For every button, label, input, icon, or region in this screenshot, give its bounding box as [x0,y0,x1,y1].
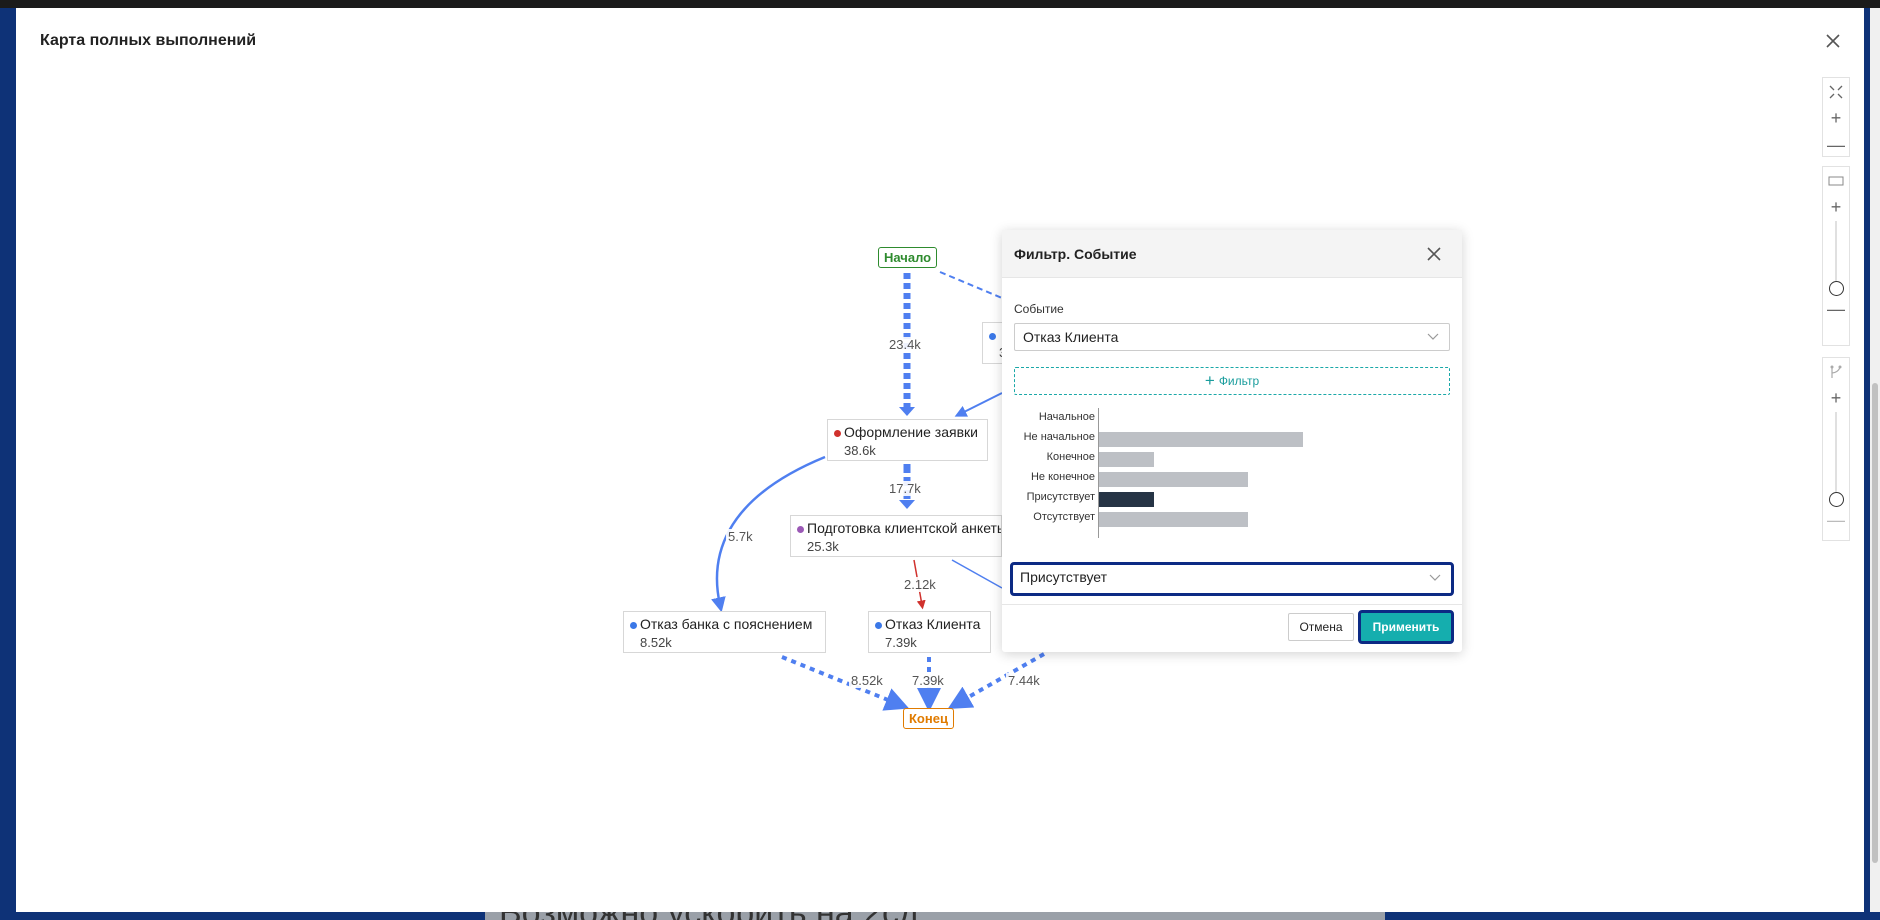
bar[interactable] [1099,432,1303,447]
node-count: 7.39k [885,635,917,650]
end-node[interactable]: Конец [903,708,954,729]
bar-label: Присутствует [1026,491,1095,503]
event-select[interactable]: Отказ Клиента [1014,323,1450,351]
node-count: 8.52k [640,635,672,650]
bar[interactable] [1099,512,1248,527]
slider-track[interactable] [1835,412,1837,492]
node-oformlenie[interactable]: Оформление заявки 38.6k [827,419,988,461]
node-otkaz-klient[interactable]: Отказ Клиента 7.39k [868,611,991,653]
node-dot [834,430,841,437]
node-dot [989,333,996,340]
zoom-out-button[interactable]: — [1823,132,1849,159]
filter-dialog: Фильтр. Событие Событие Отказ Клиента + … [1002,230,1462,652]
node-detail-minus-button[interactable]: — [1823,296,1849,323]
bar-row[interactable]: Не конечное [1002,468,1462,488]
node-otkaz-bank[interactable]: Отказ банка с пояснением 8.52k [623,611,826,653]
bar-label: Начальное [1038,411,1095,423]
dialog-title: Фильтр. Событие [1014,246,1137,262]
node-label: Отказ Клиента [885,616,981,632]
slider-knob[interactable] [1828,281,1844,296]
plus-icon: + [1830,108,1842,128]
page-scrollbar[interactable] [1870,8,1880,912]
node-dot [630,622,637,629]
view-controls: + — [1822,77,1850,157]
node-detail-plus-button[interactable]: + [1823,194,1849,221]
bar-label: Конечное [1046,451,1095,463]
bar[interactable] [1099,492,1155,507]
condition-select[interactable]: Присутствует [1010,562,1454,596]
fit-icon [1829,85,1843,98]
bar[interactable] [1099,452,1155,467]
apply-button[interactable]: Применить [1358,610,1454,644]
add-filter-label: Фильтр [1218,374,1260,388]
dialog-footer: Отмена Применить [1002,604,1462,652]
node-label: Оформление заявки [844,424,978,440]
start-node[interactable]: Начало [878,247,938,268]
node-label: Подготовка клиентской анкеты [807,520,1002,536]
node-dot [875,622,882,629]
cancel-button[interactable]: Отмена [1288,613,1354,641]
bar-row[interactable]: Конечное [1002,448,1462,468]
edge-detail-slider: + — [1822,357,1850,541]
edge-detail-icon [1823,358,1849,385]
slider-track[interactable] [1835,221,1837,281]
fit-view-button[interactable] [1823,78,1849,105]
event-label: Событие [1014,302,1064,316]
node-dot [797,526,804,533]
node-count: 38.6k [844,443,876,458]
modal-title: Карта полных выполнений [40,32,257,49]
plus-icon: + [1204,371,1215,390]
node-label: Отказ банка с пояснением [640,616,813,632]
dialog-header: Фильтр. Событие [1002,230,1462,278]
close-icon[interactable] [1822,30,1844,52]
bar-row[interactable]: Не начальное [1002,428,1462,448]
zoom-in-button[interactable]: + [1823,105,1849,132]
condition-bar-chart: Начальное Не начальное Конечное Не конечное… [1002,408,1462,540]
close-icon[interactable] [1424,244,1444,264]
add-filter-button[interactable]: + Фильтр [1014,367,1450,395]
scrollbar-thumb[interactable] [1872,383,1878,863]
bar-label: Не начальное [1023,431,1095,443]
chevron-down-icon [1429,574,1441,581]
minus-icon: — [1827,135,1845,155]
bar[interactable] [1099,472,1248,487]
chevron-down-icon [1427,333,1439,340]
node-count: 25.3k [807,539,839,554]
top-bar [0,0,1880,8]
node-podgotovka[interactable]: Подготовка клиентской анкеты 25.3k [790,515,1002,557]
event-select-value: Отказ Клиента [1023,329,1119,345]
bar-label: Отсутствует [1033,511,1095,523]
bar-row[interactable]: Начальное [1002,408,1462,428]
edge-detail-plus-button[interactable]: + [1823,385,1849,412]
slider-knob[interactable] [1828,492,1844,507]
bar-row[interactable]: Отсутствует [1002,508,1462,528]
node-detail-icon [1823,167,1849,194]
condition-select-value: Присутствует [1020,569,1108,585]
node-detail-slider: + — [1822,166,1850,346]
edge-detail-minus-button[interactable]: — [1823,507,1849,534]
bar-label: Не конечное [1030,471,1095,483]
bar-row[interactable]: Присутствует [1002,488,1462,508]
